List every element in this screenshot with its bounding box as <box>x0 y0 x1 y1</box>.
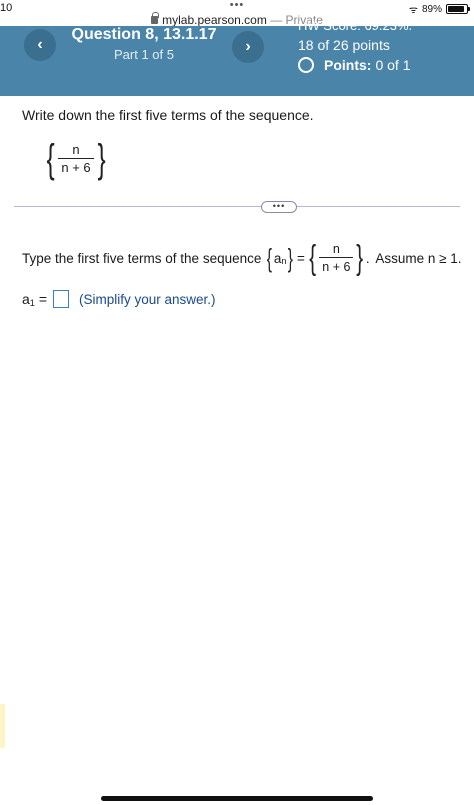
wifi-icon: ᯤ <box>408 5 418 16</box>
seq-symbol: a <box>273 250 282 266</box>
right-brace: } <box>97 137 106 181</box>
prompt-text: Type the first five terms of the sequenc… <box>22 250 262 266</box>
assumption-text: Assume n ≥ 1. <box>375 250 462 266</box>
prompt-row: Type the first five terms of the sequenc… <box>22 239 462 277</box>
home-indicator[interactable] <box>101 796 373 801</box>
section-divider <box>14 206 460 207</box>
left-brace: { <box>309 239 317 277</box>
seq-left-brace: { <box>266 243 273 273</box>
tab-dots[interactable]: ••• <box>0 0 474 11</box>
next-question-button[interactable]: › <box>232 31 264 63</box>
fraction-numerator: n <box>332 242 340 256</box>
fraction: n n + 6 <box>318 241 354 275</box>
seq-right-brace: } <box>288 243 294 273</box>
question-title: Question 8, 13.1.17 <box>71 26 217 43</box>
sequence-expression: { n n + 6 } <box>44 138 108 180</box>
fraction-denominator: n + 6 <box>319 257 354 275</box>
answer-row: a1 = (Simplify your answer.) <box>22 290 216 308</box>
battery-percent: 89% <box>421 3 442 15</box>
previous-question-button[interactable]: ‹ <box>24 29 56 61</box>
right-brace: } <box>356 239 364 277</box>
points-label: Points: <box>324 57 372 73</box>
url-text: mylab.pearson.com <box>162 13 267 27</box>
status-right: ᯤ 89% <box>408 2 470 16</box>
battery-icon <box>446 4 470 14</box>
expand-more-button[interactable]: ••• <box>261 201 297 213</box>
question-header: ‹ Question 8, 13.1.17 Part 1 of 5 › HW S… <box>0 20 474 96</box>
equals-sign: = <box>297 250 305 266</box>
left-brace: { <box>46 137 55 181</box>
hw-points: 18 of 26 points <box>298 37 390 53</box>
answer-input[interactable] <box>53 290 69 308</box>
question-instruction: Write down the first five terms of the s… <box>22 107 314 123</box>
answer-equals: = <box>38 291 47 307</box>
radio-icon <box>298 57 314 73</box>
fraction-denominator: n + 6 <box>58 158 94 176</box>
answer-subscript: 1 <box>29 298 35 308</box>
simplify-hint: (Simplify your answer.) <box>79 291 216 307</box>
points-row: Points: 0 of 1 <box>298 57 410 73</box>
points-value: 0 of 1 <box>375 57 411 73</box>
fraction: n n + 6 <box>57 142 94 176</box>
side-tab[interactable] <box>0 704 5 748</box>
fraction-numerator: n <box>72 142 80 157</box>
hw-score: HW Score: 69.23%, <box>298 20 413 30</box>
lock-icon <box>151 12 160 24</box>
question-part: Part 1 of 5 <box>114 47 174 62</box>
answer-symbol: a <box>22 291 30 307</box>
seq-subscript: n <box>281 256 287 266</box>
